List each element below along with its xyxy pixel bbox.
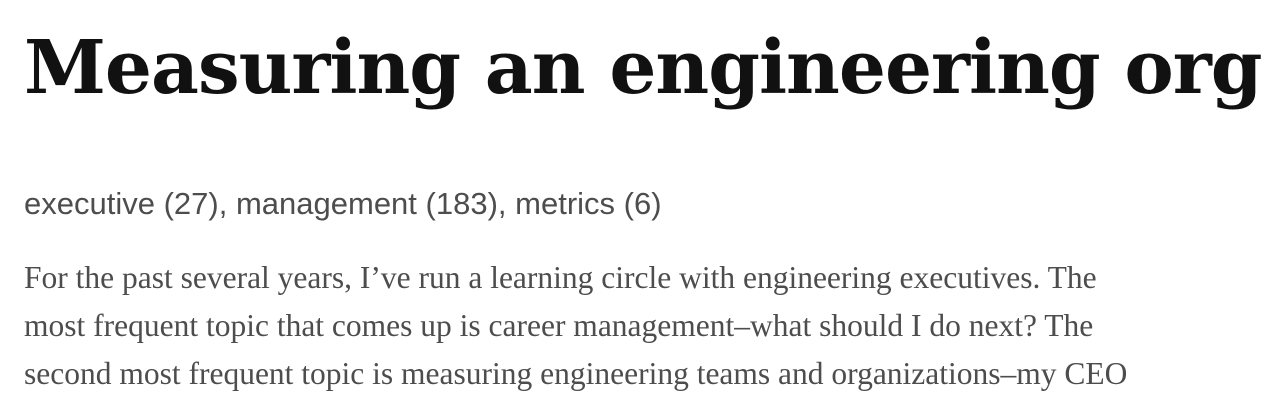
- tag-label: metrics: [515, 186, 616, 221]
- tag-count: (183): [425, 186, 498, 221]
- tag-label: executive: [24, 186, 155, 221]
- tag-count: (6): [623, 186, 662, 221]
- body-line: For the past several years, I’ve run a l…: [24, 260, 1097, 295]
- page-title: Measuring an engineering org: [24, 25, 1263, 111]
- tag-link-management[interactable]: management (183): [236, 186, 498, 221]
- tag-link-executive[interactable]: executive (27): [24, 186, 219, 221]
- body-line: second most frequent topic is measuring …: [24, 356, 1128, 391]
- tag-list: executive (27), management (183), metric…: [24, 184, 1270, 224]
- tag-count: (27): [163, 186, 219, 221]
- body-paragraph: For the past several years, I’ve run a l…: [24, 254, 1264, 398]
- body-line: most frequent topic that comes up is car…: [24, 308, 1094, 343]
- tag-label: management: [235, 186, 417, 221]
- tag-separator: ,: [497, 186, 516, 221]
- tag-link-metrics[interactable]: metrics (6): [515, 186, 661, 221]
- article-body: For the past several years, I’ve run a l…: [24, 254, 1264, 398]
- tag-separator: ,: [218, 186, 236, 221]
- article: Measuring an engineering org executive (…: [0, 0, 1270, 408]
